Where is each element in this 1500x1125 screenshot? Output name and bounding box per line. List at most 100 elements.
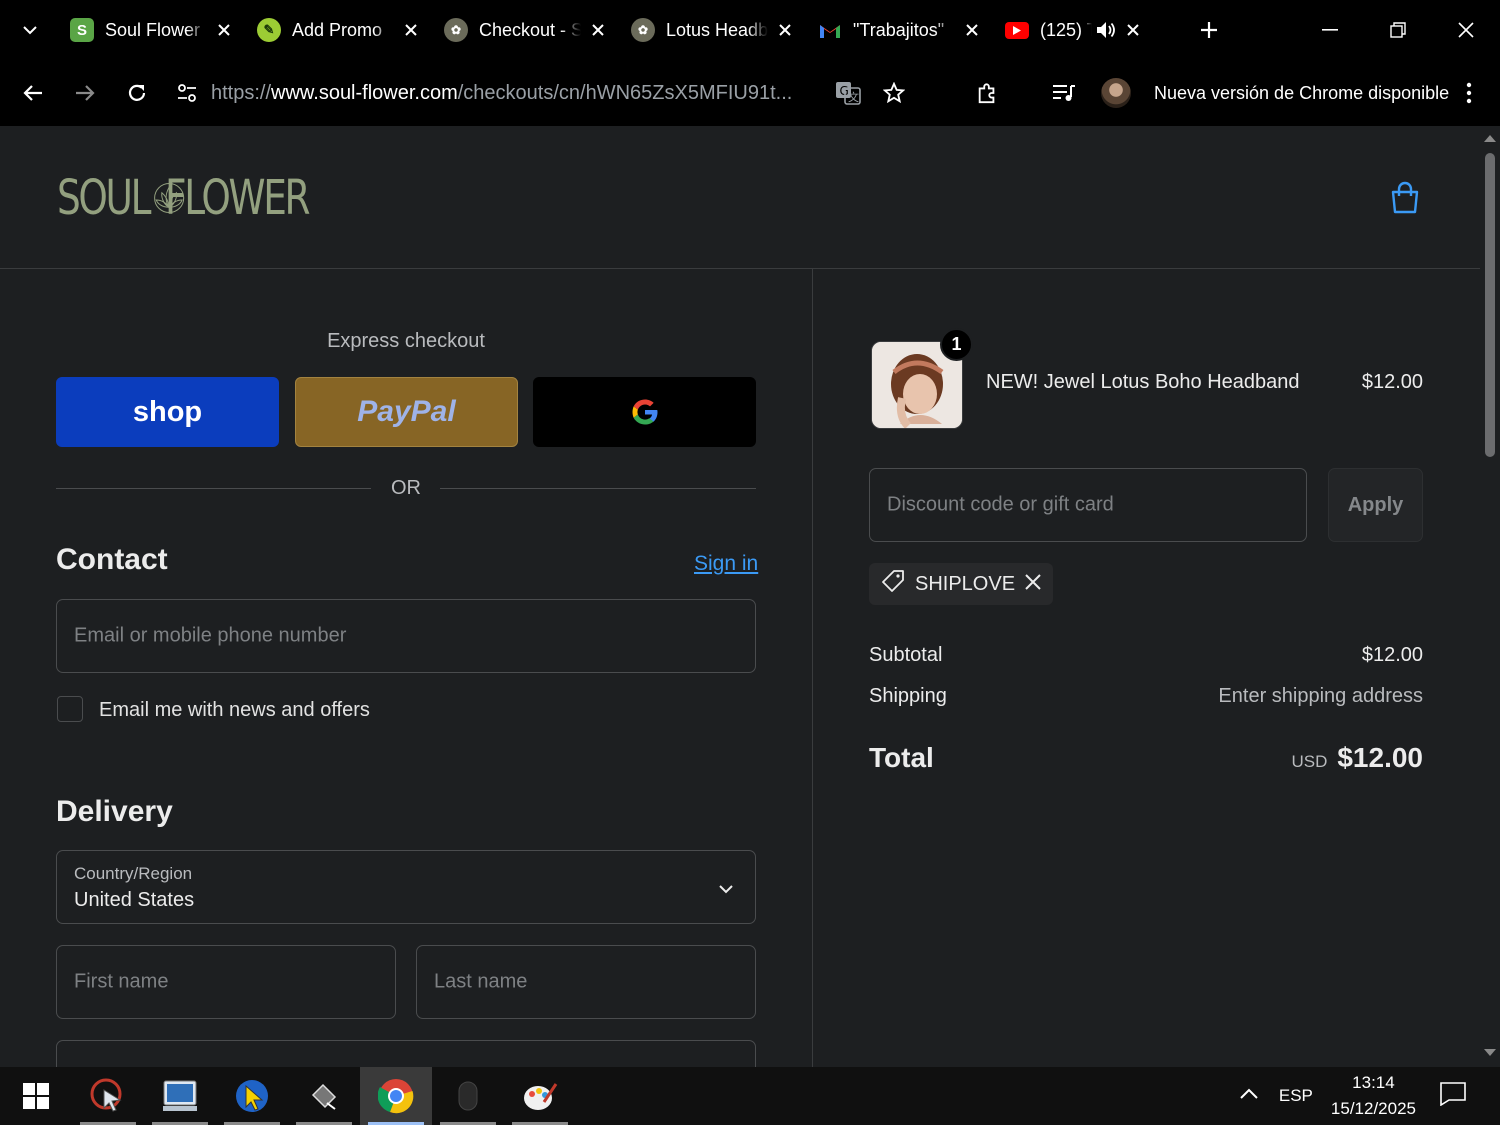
paypal-button[interactable]: PayPal: [295, 377, 518, 447]
youtube-icon: [1005, 21, 1029, 39]
close-tab-icon[interactable]: [400, 19, 422, 41]
reload-icon[interactable]: [111, 67, 163, 119]
chevron-up-icon[interactable]: [1239, 1087, 1259, 1105]
news-offers-checkbox[interactable]: [57, 696, 83, 722]
shopping-bag-icon[interactable]: [1390, 181, 1420, 220]
chrome-update-notice[interactable]: Nueva versión de Chrome disponible: [1154, 83, 1449, 104]
pen-tool-app-icon[interactable]: [288, 1067, 360, 1125]
speaker-icon[interactable]: [1096, 21, 1116, 39]
chrome-menu-kebab-icon[interactable]: [1449, 67, 1489, 119]
tab-search-chevron-icon[interactable]: [0, 0, 60, 60]
promo-icon: ✎: [257, 18, 281, 42]
soul-flower-logo[interactable]: SOUL FLOWER: [57, 159, 349, 237]
country-label: Country/Region: [74, 864, 193, 883]
first-name-field[interactable]: First name: [56, 945, 396, 1019]
currency-code: USD: [1291, 752, 1328, 771]
close-tab-icon[interactable]: [1122, 19, 1144, 41]
product-price: $12.00: [1361, 371, 1423, 393]
pointer-app-icon[interactable]: [216, 1067, 288, 1125]
bookmark-star-icon[interactable]: [871, 67, 917, 119]
tab-title: Lotus Headband: [666, 19, 768, 40]
input-language[interactable]: ESP: [1279, 1086, 1313, 1106]
tab-lotus-headband[interactable]: ✿ Lotus Headband: [621, 0, 808, 60]
clock-time: 13:14: [1352, 1073, 1395, 1092]
subtotal-label: Subtotal: [869, 644, 943, 666]
close-tab-icon[interactable]: [774, 19, 796, 41]
chrome-taskbar-icon[interactable]: [360, 1067, 432, 1125]
shop-pay-button[interactable]: shop: [56, 377, 279, 447]
close-tab-icon[interactable]: [213, 19, 235, 41]
tab-title: Checkout - Soul Flower: [479, 19, 581, 40]
tab-checkout[interactable]: ✿ Checkout - Soul Flower: [434, 0, 621, 60]
shipping-label: Shipping: [869, 685, 947, 707]
windows-start-icon[interactable]: [0, 1067, 72, 1125]
discount-code-text: SHIPLOVE: [915, 572, 1016, 595]
or-divider: OR: [56, 477, 756, 501]
avatar: [1101, 78, 1131, 108]
product-name: NEW! Jewel Lotus Boho Headband: [986, 371, 1300, 393]
paint-app-icon[interactable]: [504, 1067, 576, 1125]
google-pay-button[interactable]: [533, 377, 756, 447]
tab-youtube[interactable]: (125) T: [995, 0, 1182, 60]
store-header: SOUL FLOWER: [0, 127, 1480, 269]
last-name-field[interactable]: Last name: [416, 945, 756, 1019]
news-offers-label: Email me with news and offers: [99, 699, 370, 721]
svg-text:文: 文: [848, 90, 859, 104]
close-tab-icon[interactable]: [961, 19, 983, 41]
chevron-down-icon: [719, 881, 733, 899]
notifications-icon[interactable]: [1440, 1081, 1466, 1111]
google-g-icon: [632, 399, 657, 425]
soul-flower-icon: ✿: [444, 18, 468, 42]
subtotal-value: $12.00: [1361, 644, 1423, 666]
mouse-app-icon[interactable]: [432, 1067, 504, 1125]
profile-avatar[interactable]: [1090, 67, 1142, 119]
browser-toolbar: https://www.soul-flower.com/checkouts/cn…: [0, 60, 1500, 126]
window-controls: [1296, 0, 1500, 60]
restore-icon[interactable]: [1364, 0, 1432, 60]
shopify-icon: S: [70, 18, 94, 42]
browser-tab-strip: S Soul Flower ✎ Add Promo ✿ Checkout - S…: [0, 0, 1500, 60]
address-field[interactable]: [56, 1040, 756, 1067]
system-clock[interactable]: 13:14 15/12/2025: [1331, 1070, 1416, 1122]
email-field[interactable]: Email or mobile phone number: [56, 599, 756, 673]
country-select[interactable]: Country/Region United States: [56, 850, 756, 924]
translate-icon[interactable]: G文: [825, 67, 871, 119]
minimize-icon[interactable]: [1296, 0, 1364, 60]
windows-taskbar: ESP 13:14 15/12/2025: [0, 1067, 1500, 1125]
delivery-heading: Delivery: [56, 795, 173, 828]
column-divider: [812, 269, 813, 1067]
apply-discount-button[interactable]: Apply: [1328, 468, 1423, 542]
forward-arrow-icon[interactable]: [59, 67, 111, 119]
applied-discount-tag: SHIPLOVE: [869, 563, 1054, 605]
country-value: United States: [74, 889, 195, 911]
tab-gmail[interactable]: "Trabajitos": [808, 0, 995, 60]
checkout-page: SOUL FLOWER Express checkout shop PayPal: [0, 127, 1480, 1067]
new-tab-plus-icon[interactable]: [1182, 0, 1236, 60]
tab-soul-flower[interactable]: S Soul Flower: [60, 0, 247, 60]
gmail-icon: [818, 18, 842, 42]
close-window-icon[interactable]: [1432, 0, 1500, 60]
total-amount: $12.00: [1337, 742, 1423, 773]
media-queue-icon[interactable]: [1038, 67, 1090, 119]
soul-flower-icon: ✿: [631, 18, 655, 42]
url-text[interactable]: https://www.soul-flower.com/checkouts/cn…: [211, 82, 815, 105]
clock-date: 15/12/2025: [1330, 1099, 1416, 1118]
address-bar[interactable]: https://www.soul-flower.com/checkouts/cn…: [167, 70, 947, 116]
tab-title: Add Promo: [292, 19, 383, 40]
cursor-target-app-icon[interactable]: [72, 1067, 144, 1125]
site-info-tune-icon[interactable]: [167, 84, 207, 102]
price-tag-icon: [881, 569, 905, 599]
laptop-app-icon[interactable]: [144, 1067, 216, 1125]
page-scrollbar[interactable]: [1480, 127, 1500, 1067]
tab-title: Soul Flower: [105, 19, 201, 40]
discount-code-input[interactable]: Discount code or gift card: [869, 468, 1307, 542]
extensions-puzzle-icon[interactable]: [961, 67, 1013, 119]
sign-in-link[interactable]: Sign in: [694, 552, 758, 576]
close-tab-icon[interactable]: [587, 19, 609, 41]
scrollbar-thumb[interactable]: [1485, 153, 1495, 457]
system-tray: ESP 13:14 15/12/2025: [1239, 1067, 1500, 1125]
url-domain: www.soul-flower.com: [271, 81, 458, 104]
back-arrow-icon[interactable]: [7, 67, 59, 119]
tab-add-promo[interactable]: ✎ Add Promo: [247, 0, 434, 60]
remove-discount-close-icon[interactable]: [1025, 573, 1041, 596]
